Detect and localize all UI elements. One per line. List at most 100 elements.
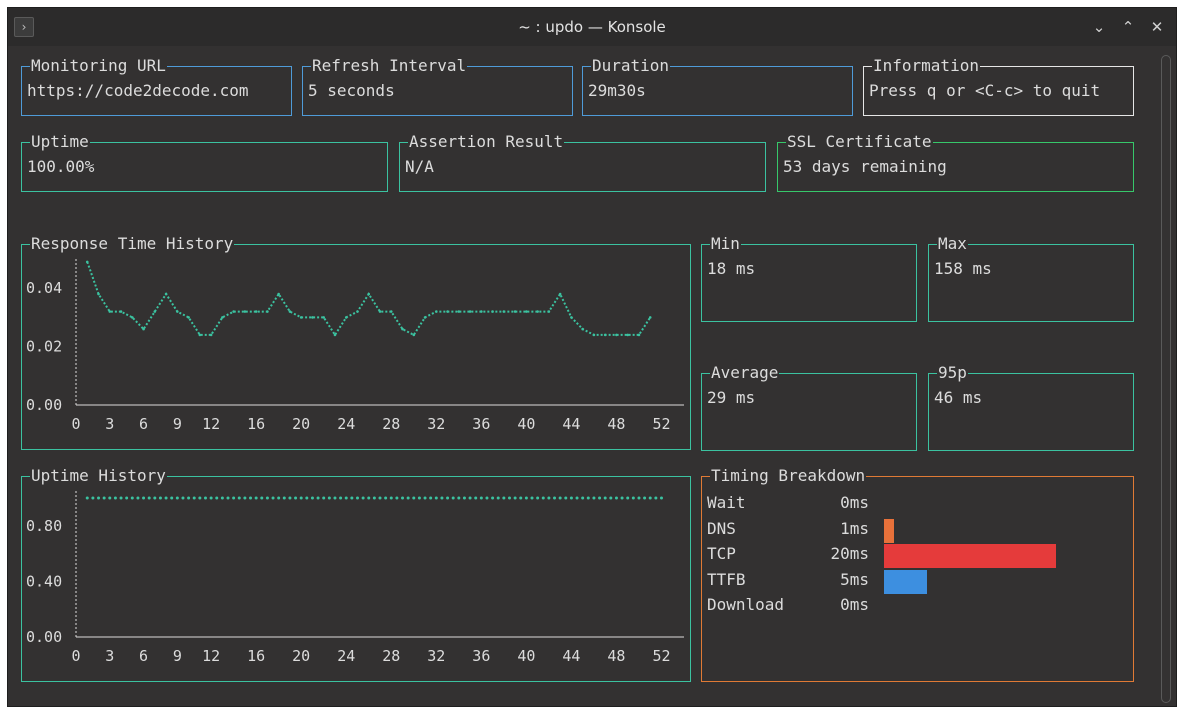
response-time-point [322,316,326,319]
uptime-point [299,496,303,500]
x-tick-label: 40 [517,415,535,433]
uptime-point [119,496,123,500]
uptime-point [541,496,545,500]
uptime-point [586,496,590,500]
response-time-point [176,310,179,313]
uptime-point [553,496,557,500]
close-button[interactable]: ✕ [1146,17,1168,37]
uptime-point [446,496,450,500]
uptime-point [226,496,230,500]
y-tick-label: 0.40 [26,572,62,590]
uptime-point [496,496,500,500]
uptime-point [457,496,461,500]
response-time-point [615,333,618,337]
uptime-point [389,496,393,500]
response-time-point [164,292,168,296]
uptime-point [254,496,258,500]
response-time-point [401,327,404,331]
uptime-point [136,496,140,500]
terminal-scrollbar[interactable] [1161,55,1171,703]
response-time-point [108,310,112,313]
timing-value: 5ms [840,569,869,589]
x-tick-label: 0 [71,415,80,433]
response-time-point [378,310,382,313]
response-time-point [592,333,596,337]
uptime-point [333,496,337,500]
uptime-point [316,496,320,500]
response-time-point [243,310,247,313]
response-time-point [525,310,528,313]
x-tick-label: 12 [202,647,220,665]
refresh-interval-value: 5 seconds [308,81,395,100]
y-tick-label: 0.80 [26,517,62,535]
uptime-point [384,496,388,500]
response-time-point [434,310,438,313]
y-tick-label: 0.02 [26,338,62,356]
response-time-point [547,310,551,313]
y-tick-label: 0.04 [26,279,62,297]
uptime-point [108,496,112,500]
uptime-point [91,496,95,500]
timing-name: TCP [707,544,736,563]
uptime-point [406,496,410,500]
information-label: Information [872,56,980,76]
uptime-point [142,496,146,500]
uptime-point [147,496,151,500]
response-time-history-panel: Response Time History 0.00 0.02 0.04 0 3 6 9 12… [21,234,691,450]
x-tick-label: 28 [382,647,400,665]
x-tick-label: 28 [382,415,400,433]
x-tick-label: 44 [562,415,580,433]
x-tick-label: 20 [292,415,310,433]
response-time-point [423,316,427,319]
uptime-point [654,496,658,500]
uptime-point [581,496,585,500]
response-time-point [187,316,190,319]
max-label: Max [937,234,968,254]
response-time-point [130,316,134,319]
uptime-point [412,496,416,500]
ssl-certificate-panel: SSL Certificate 53 days remaining [777,132,1134,192]
uptime-point [378,496,382,500]
uptime-point [350,496,354,500]
uptime-point [575,496,579,500]
average-label: Average [710,363,780,383]
response-time-point [254,310,258,313]
response-time-point [344,316,348,319]
x-tick-label: 44 [562,647,580,665]
uptime-point [322,496,326,500]
window-title: ~ : updo — Konsole [518,18,666,36]
uptime-point [361,496,365,500]
uptime-point [237,496,241,500]
uptime-point [277,496,281,500]
uptime-point [249,496,253,500]
p95-label: 95p [937,363,968,383]
response-time-point [626,333,630,337]
uptime-point [372,496,376,500]
uptime-point [282,496,286,500]
uptime-point [631,496,635,500]
monitoring-url-panel: Monitoring URL https://code2decode.com [21,56,292,116]
response-time-point [142,327,145,331]
information-value: Press q or <C-c> to quit [869,81,1101,100]
uptime-point [209,496,213,500]
maximize-button[interactable]: ⌃ [1117,17,1139,37]
timing-name: TTFB [707,569,746,589]
response-time-point [356,310,359,313]
minimize-button[interactable]: ⌄ [1088,17,1110,37]
timing-row-wait: Wait 0ms [707,491,1127,515]
uptime-panel: Uptime 100.00% [21,132,388,192]
uptime-point [519,496,523,500]
uptime-point [485,496,489,500]
uptime-point [564,496,568,500]
uptime-point [603,496,607,500]
y-tick-label: 0.00 [26,628,62,646]
response-time-point [603,333,607,337]
uptime-point [232,496,236,500]
timing-value: 0ms [840,595,869,614]
duration-panel: Duration 29m30s [582,56,853,116]
response-time-point [536,310,539,313]
timing-name: Wait [707,493,746,512]
assertion-result-label: Assertion Result [408,132,565,152]
timing-breakdown-panel: Timing Breakdown Wait 0ms DNS 1ms TCP 20ms TTF… [701,466,1134,682]
x-tick-label: 36 [472,647,490,665]
